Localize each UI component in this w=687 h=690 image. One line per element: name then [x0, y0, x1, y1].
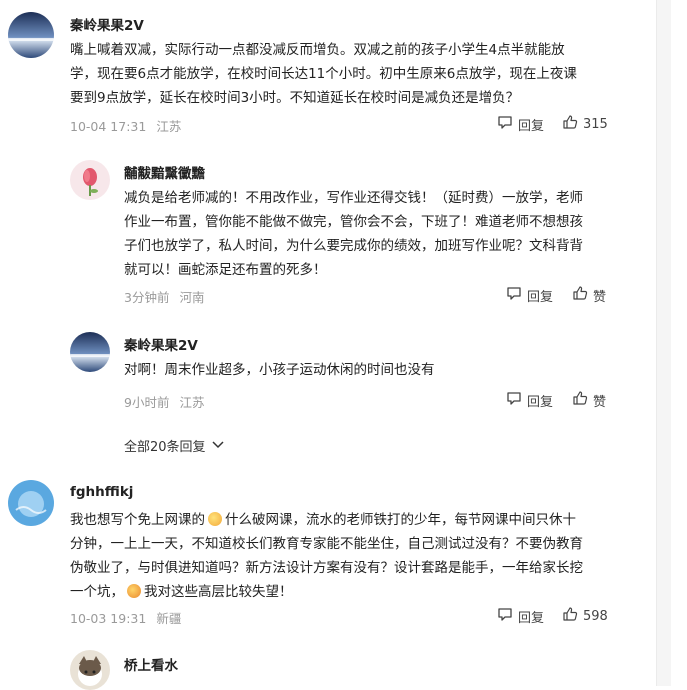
reply-label: 回复: [527, 289, 554, 305]
comment-meta: 10-04 17:31 江苏: [70, 116, 181, 135]
timestamp: 10-04 17:31: [70, 119, 147, 134]
thumbs-up-icon: [572, 390, 593, 410]
comment-line: 子们也放学了，私人时间，为什么要完成你的绩效，加班写作业呢？文科背背: [124, 238, 583, 254]
chevron-down-icon: [206, 438, 224, 453]
comment-line: 作业一布置，管你能不能做不做完，管你会不会，下班了！难道老师不想想孩: [124, 214, 583, 230]
like-count: 315: [583, 116, 608, 132]
reply-label: 回复: [518, 610, 545, 626]
comment-line: 就可以！画蛇添足还布置的死多！: [124, 262, 327, 278]
comment-text: 嘴上喊着双减，实际行动一点都没减反而增负。双减之前的孩子小学生4点半就能放 学，…: [70, 38, 577, 110]
like-button[interactable]: 赞: [572, 285, 606, 305]
comment-meta: 3分钟前 河南: [124, 287, 204, 306]
username[interactable]: 黼黻黯黳黴黵: [124, 162, 205, 182]
reply-label: 回复: [518, 118, 545, 134]
reply-button[interactable]: 回复: [506, 285, 553, 305]
like-count: 598: [583, 608, 608, 624]
comment-text: 减负是给老师减的！不用改作业，写作业还得交钱！（延时费）一放学，老师 作业一布置…: [124, 186, 583, 282]
timestamp: 10-03 19:31: [70, 611, 147, 626]
location: 新疆: [156, 611, 182, 626]
comment-line: 减负是给老师减的！不用改作业，写作业还得交钱！（延时费）一放学，老师: [124, 190, 583, 206]
comment-bubble-icon: [506, 285, 527, 305]
like-label: 赞: [593, 394, 607, 410]
comment-bubble-icon: [506, 390, 527, 410]
username[interactable]: 秦岭果果2V: [124, 334, 198, 354]
avatar[interactable]: [70, 650, 110, 690]
like-label: 赞: [593, 289, 607, 305]
comment-bubble-icon: [497, 114, 518, 134]
thumbs-up-icon: [562, 606, 583, 626]
comment-line: 要到9点放学，延长在校时间3小时。不知道延长在校时间是减负还是增负？: [70, 90, 520, 106]
timestamp: 9小时前: [124, 395, 170, 410]
comment-line: 嘴上喊着双减，实际行动一点都没减反而增负。双减之前的孩子小学生4点半就能放: [70, 42, 565, 58]
scrollbar-track[interactable]: [656, 0, 671, 686]
comment-text: 对啊！周末作业超多，小孩子运动休闲的时间也没有: [124, 358, 435, 382]
expand-label: 全部20条回复: [124, 440, 206, 455]
emoji-icon: [208, 512, 222, 526]
avatar[interactable]: [70, 332, 110, 372]
reply-button[interactable]: 回复: [497, 114, 544, 134]
comment-line: 学，现在要6点才能放学，在校时间长达11个小时。初中生原来6点放学，现在上夜课: [70, 66, 577, 82]
comment-line: 对啊！周末作业超多，小孩子运动休闲的时间也没有: [124, 362, 435, 378]
username[interactable]: 秦岭果果2V: [70, 14, 144, 34]
avatar[interactable]: [8, 480, 54, 526]
reply-label: 回复: [527, 394, 554, 410]
thumbs-up-icon: [572, 285, 593, 305]
comment-meta: 10-03 19:31 新疆: [70, 608, 181, 627]
username[interactable]: fghhffikj: [70, 484, 133, 500]
comment-bubble-icon: [497, 606, 518, 626]
comment-line: 伪敬业了，与时俱进知道吗？新方法设计方案有没有？设计套路是能手，一年给家长挖: [70, 560, 583, 576]
timestamp: 3分钟前: [124, 290, 170, 305]
comment-text: 我也想写个免上网课的 什么破网课，流水的老师铁打的少年，每节网课中间只休十 分钟，…: [70, 508, 583, 604]
like-button[interactable]: 315: [562, 114, 608, 134]
comment-line: 我也想写个免上网课的 什么破网课，流水的老师铁打的少年，每节网课中间只休十: [70, 512, 576, 528]
avatar[interactable]: [8, 12, 54, 58]
username[interactable]: 桥上看水: [124, 654, 178, 674]
comment-meta: 9小时前 江苏: [124, 392, 204, 411]
emoji-icon: [127, 584, 141, 598]
comment-line: 分钟，一上上一天，不知道校长们教育专家能不能坐住，自己测试过没有？不要伪教育: [70, 536, 583, 552]
comment-line: 一个坑， 我对这些高层比较失望！: [70, 584, 293, 600]
location: 江苏: [156, 119, 182, 134]
like-button[interactable]: 598: [562, 606, 608, 626]
reply-button[interactable]: 回复: [497, 606, 544, 626]
avatar[interactable]: [70, 160, 110, 200]
reply-button[interactable]: 回复: [506, 390, 553, 410]
location: 河南: [179, 290, 205, 305]
expand-replies-button[interactable]: 全部20条回复: [124, 436, 224, 455]
thumbs-up-icon: [562, 114, 583, 134]
like-button[interactable]: 赞: [572, 390, 606, 410]
location: 江苏: [179, 395, 205, 410]
